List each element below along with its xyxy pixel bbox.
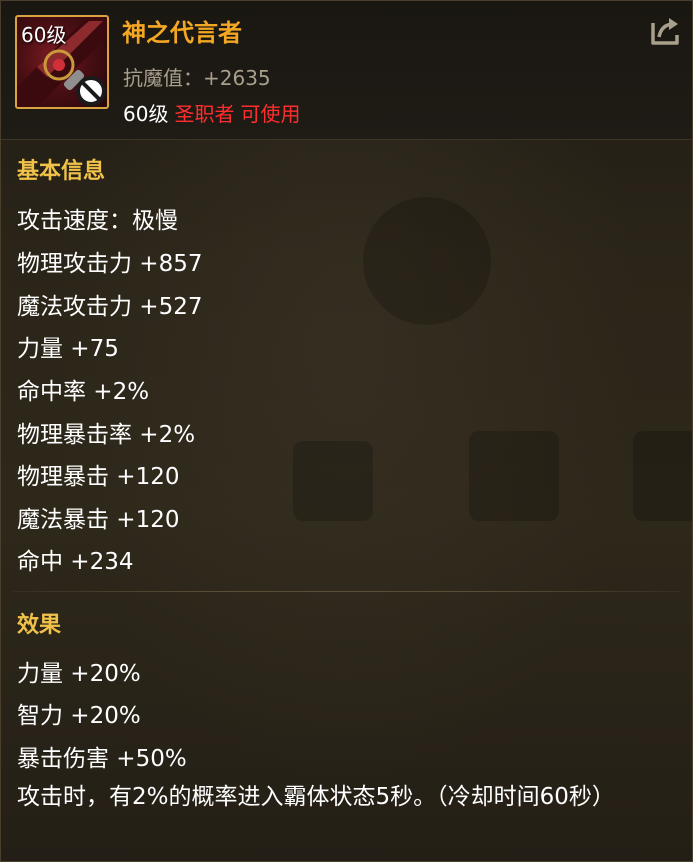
section-divider [13,591,681,592]
stat-line: 魔法攻击力 +527 [17,294,203,320]
share-button[interactable] [647,15,683,47]
effects-title: 效果 [17,613,62,638]
stat-line: 攻击速度：极慢 [17,208,178,234]
item-requirement: 60级 圣职者 可使用 [123,98,300,127]
background-emblem [293,441,373,521]
stat-line: 魔法暴击 +120 [17,507,180,533]
required-level: 60级 [123,102,169,126]
usable-status: 可使用 [240,102,301,126]
stat-line: 命中率 +2% [17,379,150,405]
required-class: 圣职者 [174,102,235,126]
stat-line: 物理暴击 +120 [17,464,180,490]
magic-resist-value: 抗魔值：+2635 [123,66,271,90]
stat-line: 物理攻击力 +857 [17,251,203,277]
effect-line: 力量 +20% [17,661,141,687]
background-emblem [469,431,559,521]
stat-line: 命中 +234 [17,549,134,575]
effect-line: 暴击伤害 +50% [17,746,187,772]
tooltip-header: 60级 神之代言者 抗魔值：+2635 60级 圣职者 可使用 [1,1,692,140]
stat-line: 物理暴击率 +2% [17,422,196,448]
share-icon [651,18,679,45]
effect-line: 智力 +20% [17,703,141,729]
basic-info-title: 基本信息 [17,159,106,184]
item-level-badge: 60级 [21,23,67,47]
background-emblem [363,197,491,325]
item-name: 神之代言者 [122,19,242,47]
item-icon-frame: 60级 [15,15,109,109]
item-tooltip: 60级 神之代言者 抗魔值：+2635 60级 圣职者 可使用 基本信息 攻击速度：… [0,0,693,862]
stat-line: 力量 +75 [17,336,119,362]
background-emblem [633,431,692,521]
effect-description: 攻击时，有2%的概率进入霸体状态5秒。（冷却时间60秒） [17,784,615,810]
